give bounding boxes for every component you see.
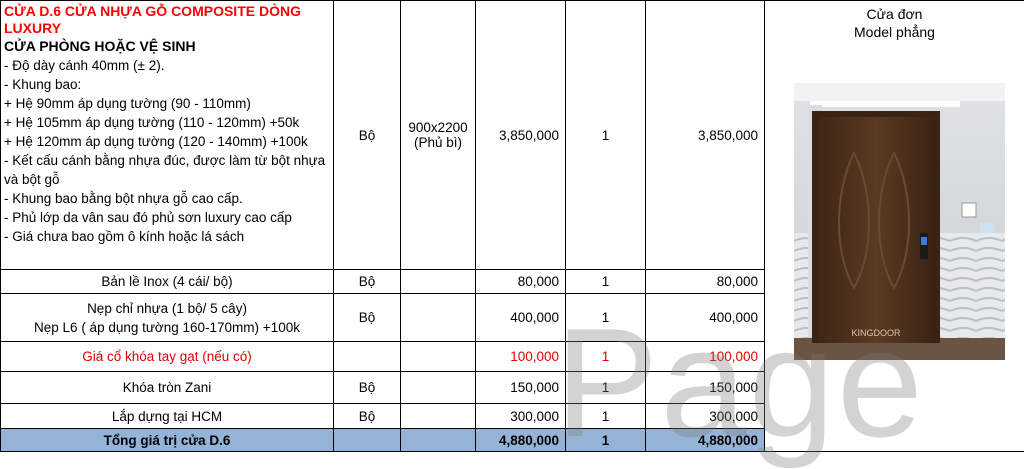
item-qty: 1 [566, 372, 646, 404]
item-qty: 1 [566, 404, 646, 429]
item-name-line: Nẹp chỉ nhựa (1 bộ/ 5 cây) [4, 299, 330, 318]
total-size [401, 429, 476, 452]
item-amount: 400,000 [646, 294, 765, 342]
product-description-cell: CỬA D.6 CỬA NHỰA GỖ COMPOSITE DÒNG LUXUR… [1, 1, 334, 270]
item-name: Bản lề Inox (4 cái/ bộ) [1, 270, 334, 294]
item-name: Lắp dựng tại HCM [1, 404, 334, 429]
door-photo: KINGDOOR [794, 83, 1005, 360]
product-unit: Bộ [334, 1, 401, 270]
product-price: 3,850,000 [476, 1, 566, 270]
item-name: Khóa tròn Zani [1, 372, 334, 404]
size-line: 900x2200 [404, 120, 472, 135]
item-price: 80,000 [476, 270, 566, 294]
item-name-line: Nẹp L6 ( áp dụng tường 160-170mm) +100k [4, 318, 330, 337]
item-size [401, 342, 476, 372]
total-label: Tổng giá trị cửa D.6 [1, 429, 334, 452]
total-amount: 4,880,000 [646, 429, 765, 452]
detail-line: + Hệ 90mm áp dụng tường (90 - 110mm) [4, 94, 330, 113]
detail-line: + Hệ 105mm áp dụng tường (110 - 120mm) +… [4, 113, 330, 132]
item-price: 300,000 [476, 404, 566, 429]
model-line: Model phẳng [768, 23, 1021, 41]
model-label: Cửa đơn Model phẳng [768, 1, 1021, 41]
size-line: (Phủ bì) [404, 135, 472, 150]
item-amount: 300,000 [646, 404, 765, 429]
item-amount: 150,000 [646, 372, 765, 404]
item-price: 100,000 [476, 342, 566, 372]
detail-line: - Khung bao: [4, 75, 330, 94]
detail-line: - Khung bao bằng bột nhựa gỗ cao cấp. [4, 189, 330, 208]
total-price: 4,880,000 [476, 429, 566, 452]
total-qty: 1 [566, 429, 646, 452]
item-size [401, 270, 476, 294]
item-qty: 1 [566, 342, 646, 372]
item-name: Giá cổ khóa tay gạt (nếu có) [1, 342, 334, 372]
item-qty: 1 [566, 294, 646, 342]
product-title: CỬA D.6 CỬA NHỰA GỖ COMPOSITE DÒNG LUXUR… [4, 3, 330, 37]
item-unit: Bộ [334, 372, 401, 404]
total-unit [334, 429, 401, 452]
item-price: 400,000 [476, 294, 566, 342]
item-name: Nẹp chỉ nhựa (1 bộ/ 5 cây) Nẹp L6 ( áp d… [1, 294, 334, 342]
detail-line: - Giá chưa bao gồm ô kính hoặc lá sách [4, 227, 330, 246]
item-size [401, 404, 476, 429]
model-line: Cửa đơn [768, 5, 1021, 23]
item-unit [334, 342, 401, 372]
item-amount: 100,000 [646, 342, 765, 372]
item-unit: Bộ [334, 294, 401, 342]
item-size [401, 372, 476, 404]
item-amount: 80,000 [646, 270, 765, 294]
item-price: 150,000 [476, 372, 566, 404]
detail-line: + Hệ 120mm áp dụng tường (120 - 140mm) +… [4, 132, 330, 151]
product-qty: 1 [566, 1, 646, 270]
product-details: - Độ dày cánh 40mm (± 2). - Khung bao: +… [4, 56, 330, 246]
kingdoor-logo: KINGDOOR [851, 328, 901, 338]
detail-line: - Phủ lớp da vân sau đó phủ sơn luxury c… [4, 208, 330, 227]
item-size [401, 294, 476, 342]
item-qty: 1 [566, 270, 646, 294]
product-subtitle: CỬA PHÒNG HOẶC VỆ SINH [4, 37, 330, 56]
detail-line: - Độ dày cánh 40mm (± 2). [4, 56, 330, 75]
product-size: 900x2200 (Phủ bì) [401, 1, 476, 270]
product-amount: 3,850,000 [646, 1, 765, 270]
item-unit: Bộ [334, 404, 401, 429]
item-unit: Bộ [334, 270, 401, 294]
detail-line: - Kết cấu cánh bằng nhựa đúc, được làm t… [4, 151, 330, 189]
